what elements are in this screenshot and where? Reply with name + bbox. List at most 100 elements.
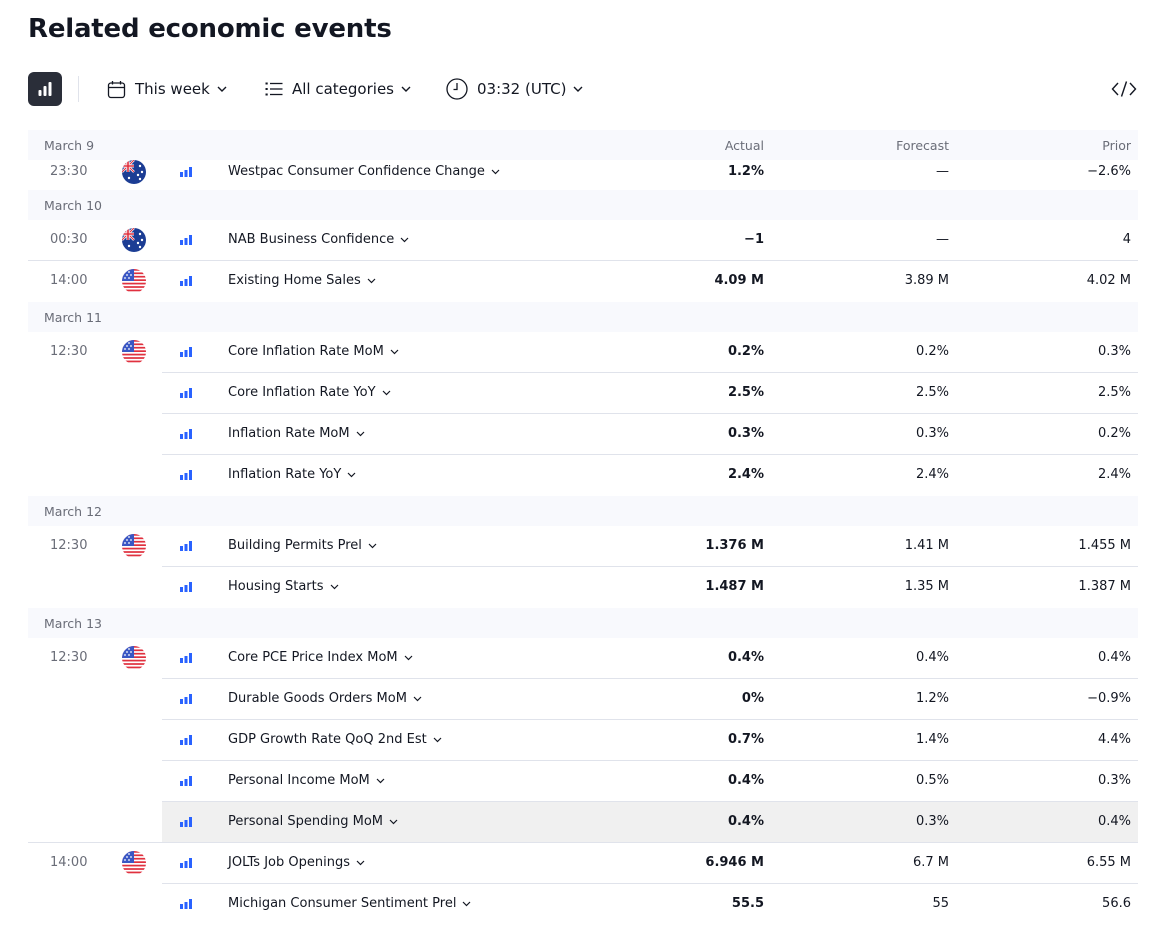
event-name[interactable]: Existing Home Sales: [228, 273, 376, 288]
date-label: March 13: [44, 616, 102, 631]
actual-value: 1.2%: [727, 164, 764, 179]
event-row[interactable]: 23:30 Westpac Consumer Confidence Change 1…: [28, 160, 1138, 190]
forecast-value: 3.89 M: [904, 273, 949, 288]
importance-icon: [180, 817, 192, 827]
date-label: March 9: [44, 138, 95, 153]
date-label: March 10: [44, 198, 102, 213]
column-header-forecast: Forecast: [896, 138, 949, 153]
list-icon: [265, 82, 283, 96]
event-name[interactable]: Inflation Rate MoM: [228, 426, 365, 441]
chevron-down-icon: [368, 543, 377, 548]
actual-value: 0.2%: [727, 344, 764, 359]
us-flag-icon: [122, 340, 146, 364]
importance-icon: [180, 653, 192, 663]
importance-icon: [180, 388, 192, 398]
code-icon: [1111, 81, 1137, 97]
event-title: NAB Business Confidence: [228, 232, 395, 247]
actual-value: 0%: [741, 691, 764, 706]
events-table: March 9 Actual Forecast Prior 23:30 Westpac C…: [28, 130, 1138, 925]
actual-value: 1.487 M: [705, 579, 764, 594]
event-name[interactable]: Personal Income MoM: [228, 773, 385, 788]
chevron-down-icon: [330, 584, 338, 589]
categories-dropdown[interactable]: All categories: [265, 72, 411, 106]
event-title: Personal Spending MoM: [228, 814, 384, 829]
chevron-down-icon: [382, 390, 390, 395]
event-row[interactable]: 12:30 Building Permits Prel 1.376 M 1.41 M 1…: [28, 526, 1138, 567]
toolbar-divider: [78, 76, 79, 102]
event-name[interactable]: Michigan Consumer Sentiment Prel: [228, 896, 471, 911]
event-name[interactable]: GDP Growth Rate QoQ 2nd Est: [228, 732, 442, 747]
forecast-value: 1.4%: [915, 732, 949, 747]
chevron-down-icon: [389, 819, 398, 824]
prior-value: 4: [1122, 232, 1131, 247]
event-title: Westpac Consumer Confidence Change: [228, 164, 485, 179]
actual-value: 55.5: [731, 896, 764, 911]
event-name[interactable]: NAB Business Confidence: [228, 232, 409, 247]
event-row[interactable]: 12:30 Core Inflation Rate MoM 0.2% 0.2% 0.3%: [28, 332, 1138, 373]
event-name[interactable]: Durable Goods Orders MoM: [228, 691, 422, 706]
actual-value: 4.09 M: [714, 273, 764, 288]
date-header: March 9 Actual Forecast Prior: [28, 130, 1138, 160]
event-row[interactable]: 14:00 Existing Home Sales 4.09 M 3.89 M 4.02…: [28, 261, 1138, 302]
event-row[interactable]: Durable Goods Orders MoM 0% 1.2% −0.9%: [28, 679, 1138, 720]
event-row[interactable]: GDP Growth Rate QoQ 2nd Est 0.7% 1.4% 4.4%: [28, 720, 1138, 761]
event-row[interactable]: Michigan Consumer Sentiment Prel 55.5 55 56…: [28, 884, 1138, 925]
actual-value: 0.7%: [727, 732, 764, 747]
period-dropdown[interactable]: This week: [107, 72, 227, 106]
forecast-value: —: [936, 232, 949, 247]
event-row[interactable]: Housing Starts 1.487 M 1.35 M 1.387 M: [28, 567, 1138, 608]
actual-value: 0.4%: [727, 650, 764, 665]
event-row[interactable]: 00:30 NAB Business Confidence −1 — 4: [28, 220, 1138, 261]
prior-value: −0.9%: [1087, 691, 1131, 706]
event-title: JOLTs Job Openings: [228, 855, 350, 870]
actual-value: 0.3%: [727, 426, 764, 441]
prior-value: 4.02 M: [1086, 273, 1131, 288]
chevron-down-icon: [376, 778, 385, 783]
chevron-down-icon: [491, 169, 500, 174]
event-name[interactable]: Inflation Rate YoY: [228, 467, 356, 482]
actual-value: 0.4%: [727, 814, 764, 829]
event-title: Durable Goods Orders MoM: [228, 691, 407, 706]
column-header-actual: Actual: [724, 138, 764, 153]
importance-icon: [180, 541, 192, 551]
prior-value: 0.4%: [1097, 650, 1131, 665]
chevron-down-icon: [463, 901, 471, 906]
prior-value: 0.2%: [1097, 426, 1131, 441]
event-name[interactable]: Core Inflation Rate MoM: [228, 344, 399, 359]
event-name[interactable]: Building Permits Prel: [228, 538, 377, 553]
event-row[interactable]: Personal Income MoM 0.4% 0.5% 0.3%: [28, 761, 1138, 802]
chevron-down-icon: [404, 655, 413, 660]
event-name[interactable]: JOLTs Job Openings: [228, 855, 365, 870]
chevron-down-icon: [390, 349, 399, 354]
importance-icon: [180, 276, 192, 286]
event-time: 14:00: [50, 273, 88, 288]
event-row[interactable]: Inflation Rate YoY 2.4% 2.4% 2.4%: [28, 455, 1138, 496]
event-name[interactable]: Core PCE Price Index MoM: [228, 650, 413, 665]
forecast-value: 1.2%: [915, 691, 949, 706]
timezone-dropdown[interactable]: 03:32 (UTC): [446, 72, 583, 106]
chart-view-button[interactable]: [28, 72, 62, 106]
date-label: March 11: [44, 310, 102, 325]
event-row[interactable]: Inflation Rate MoM 0.3% 0.3% 0.2%: [28, 414, 1138, 455]
event-name[interactable]: Westpac Consumer Confidence Change: [228, 164, 500, 179]
importance-icon: [180, 167, 192, 177]
importance-icon: [180, 694, 192, 704]
toolbar: This week All categories 03:32 (UTC): [28, 72, 1138, 106]
forecast-value: 55: [932, 896, 949, 911]
actual-value: −1: [744, 232, 764, 247]
embed-code-button[interactable]: [1110, 76, 1138, 102]
event-row[interactable]: 12:30 Core PCE Price Index MoM 0.4% 0.4% 0.4…: [28, 638, 1138, 679]
event-row[interactable]: Core Inflation Rate YoY 2.5% 2.5% 2.5%: [28, 373, 1138, 414]
chevron-down-icon: [356, 431, 365, 436]
event-name[interactable]: Core Inflation Rate YoY: [228, 385, 391, 400]
event-time: 12:30: [50, 538, 88, 553]
event-row[interactable]: 14:00 JOLTs Job Openings 6.946 M 6.7 M 6.55 …: [28, 843, 1138, 884]
event-name[interactable]: Housing Starts: [228, 579, 339, 594]
event-title: Housing Starts: [228, 579, 324, 594]
forecast-value: 0.5%: [915, 773, 949, 788]
event-name[interactable]: Personal Spending MoM: [228, 814, 398, 829]
importance-icon: [180, 470, 192, 480]
prior-value: 2.5%: [1097, 385, 1131, 400]
actual-value: 0.4%: [727, 773, 764, 788]
event-row[interactable]: Personal Spending MoM 0.4% 0.3% 0.4%: [28, 802, 1138, 843]
